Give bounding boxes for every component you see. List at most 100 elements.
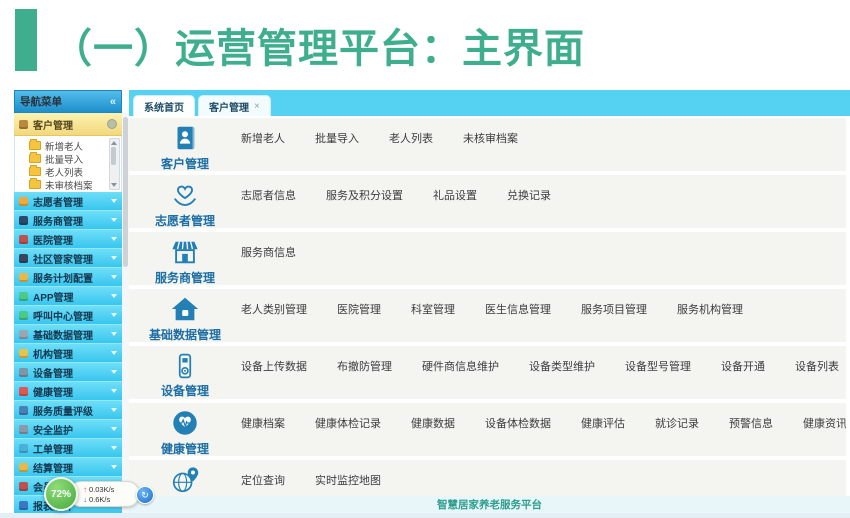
sidebar-item-label: 志愿者管理 <box>33 194 83 209</box>
module-link[interactable]: 预警信息 <box>729 415 773 431</box>
module-link[interactable]: 服务机构管理 <box>677 301 743 317</box>
module-link[interactable]: 礼品设置 <box>433 187 477 203</box>
module-link[interactable]: 健康档案 <box>241 415 285 431</box>
submenu-item[interactable]: 老人列表 <box>21 165 111 178</box>
scroll-thumb[interactable] <box>111 147 116 165</box>
chevron-down-icon <box>111 218 117 222</box>
sidebar-item-icon <box>19 368 28 377</box>
sidebar-item-icon <box>19 235 28 244</box>
chevron-down-icon <box>111 370 117 374</box>
module-row-service-provider: 服务商管理 服务商信息 <box>129 232 846 285</box>
sidebar-item-label: 社区管家管理 <box>33 251 93 266</box>
collapse-icon[interactable]: « <box>110 96 116 108</box>
module-link[interactable]: 设备上传数据 <box>241 358 307 374</box>
storefront-icon <box>170 237 200 267</box>
tab-customer-management[interactable]: 客户管理 × <box>198 95 271 116</box>
module-link[interactable]: 设备开通 <box>721 358 765 374</box>
sidebar-item[interactable]: 安全监护 <box>14 420 122 439</box>
module-link[interactable]: 科室管理 <box>411 301 455 317</box>
module-link[interactable]: 设备类型维护 <box>529 358 595 374</box>
module-link[interactable]: 定位查询 <box>241 472 285 488</box>
submenu-scrollbar[interactable] <box>109 138 120 190</box>
sidebar-scrollbar[interactable] <box>122 113 129 518</box>
module-link[interactable]: 老人列表 <box>389 130 433 146</box>
scroll-up-icon[interactable] <box>111 141 117 145</box>
sidebar-item[interactable]: 结算管理 <box>14 458 122 477</box>
sidebar-item-icon <box>19 273 28 282</box>
sidebar-item[interactable]: 工单管理 <box>14 439 122 458</box>
sidebar-header[interactable]: 导航菜单 « <box>14 90 122 113</box>
module-link[interactable]: 设备体检数据 <box>485 415 551 431</box>
sidebar-scroll-thumb[interactable] <box>123 117 128 267</box>
sidebar-item[interactable]: 基础数据管理 <box>14 325 122 344</box>
module-label: 设备管理 <box>161 382 209 399</box>
sidebar-item[interactable]: 呼叫中心管理 <box>14 306 122 325</box>
module-link[interactable]: 设备型号管理 <box>625 358 691 374</box>
upload-speed: 0.03K/s <box>89 485 114 494</box>
module-header: 服务商管理 <box>129 232 241 285</box>
sidebar-item-label: 工单管理 <box>33 441 73 456</box>
sidebar-item[interactable]: 服务质量评级 <box>14 401 122 420</box>
module-link[interactable]: 兑换记录 <box>507 187 551 203</box>
sidebar-item[interactable]: 机构管理 <box>14 344 122 363</box>
submenu-item-label: 批量导入 <box>45 152 83 166</box>
module-header: 客户管理 <box>129 118 241 171</box>
sidebar-item[interactable]: 设备管理 <box>14 363 122 382</box>
module-link[interactable]: 设备列表 <box>795 358 839 374</box>
scroll-down-icon[interactable] <box>111 183 117 187</box>
booster-badge-icon[interactable]: ↻ <box>136 486 154 504</box>
chevron-down-icon <box>111 275 117 279</box>
module-link[interactable]: 批量导入 <box>315 130 359 146</box>
app-window: 导航菜单 « 客户管理 新增老人 <box>14 90 850 518</box>
heart-pulse-icon <box>170 408 200 438</box>
sidebar-item-icon <box>19 292 28 301</box>
module-link[interactable]: 服务商信息 <box>241 244 296 260</box>
submenu-item[interactable]: 未审核档案 <box>21 178 111 191</box>
module-link[interactable]: 志愿者信息 <box>241 187 296 203</box>
module-link[interactable]: 医生信息管理 <box>485 301 551 317</box>
memory-ball[interactable]: 72% <box>44 477 78 511</box>
footer-label: 智慧居家养老服务平台 <box>437 497 542 512</box>
module-link[interactable]: 医院管理 <box>337 301 381 317</box>
sidebar-item-label: 服务计划配置 <box>33 270 93 285</box>
module-link[interactable]: 健康评估 <box>581 415 625 431</box>
module-label: 健康管理 <box>161 440 209 456</box>
folder-icon <box>29 167 41 176</box>
module-rows: 客户管理 新增老人 批量导入 老人列表 未核审档案 <box>129 116 850 518</box>
sidebar-item[interactable]: 健康管理 <box>14 382 122 401</box>
contact-book-icon <box>170 123 200 153</box>
close-icon[interactable]: × <box>254 101 260 112</box>
module-link[interactable]: 硬件商信息维护 <box>422 358 499 374</box>
module-link[interactable]: 服务项目管理 <box>581 301 647 317</box>
sidebar-item[interactable]: 医院管理 <box>14 230 122 249</box>
sidebar-item-label: 机构管理 <box>33 346 73 361</box>
module-label: 志愿者管理 <box>155 212 215 228</box>
module-link[interactable]: 新增老人 <box>241 130 285 146</box>
chevron-down-icon <box>111 256 117 260</box>
module-link[interactable]: 老人类别管理 <box>241 301 307 317</box>
module-link[interactable]: 服务及积分设置 <box>326 187 403 203</box>
footer: 智慧居家养老服务平台 <box>129 496 850 513</box>
sidebar-item[interactable]: 志愿者管理 <box>14 192 122 211</box>
submenu-item[interactable]: 新增老人 <box>21 139 111 152</box>
module-link[interactable]: 布撤防管理 <box>337 358 392 374</box>
sidebar-item[interactable]: APP管理 <box>14 287 122 306</box>
tab-system-home[interactable]: 系统首页 <box>133 95 195 116</box>
sidebar-item[interactable]: 社区管家管理 <box>14 249 122 268</box>
sidebar-item[interactable]: 服务计划配置 <box>14 268 122 287</box>
module-link[interactable]: 未核审档案 <box>463 130 518 146</box>
submenu-item[interactable]: 批量导入 <box>21 152 111 165</box>
sidebar-item-customer-management[interactable]: 客户管理 <box>14 113 122 136</box>
sidebar-item-icon <box>19 311 28 320</box>
chevron-down-icon <box>111 351 117 355</box>
module-link[interactable]: 就诊记录 <box>655 415 699 431</box>
chevron-down-icon <box>111 313 117 317</box>
module-link[interactable]: 健康体检记录 <box>315 415 381 431</box>
module-link[interactable]: 健康数据 <box>411 415 455 431</box>
module-link[interactable]: 实时监控地图 <box>315 472 381 488</box>
speed-widget[interactable]: ↑ 0.03K/s ↓ 0.6K/s ↻ 72% <box>44 476 174 514</box>
sidebar-item[interactable]: 服务商管理 <box>14 211 122 230</box>
module-link[interactable]: 健康资讯 <box>803 415 846 431</box>
module-header: 健康管理 <box>129 403 241 456</box>
sidebar: 导航菜单 « 客户管理 新增老人 <box>14 90 122 518</box>
